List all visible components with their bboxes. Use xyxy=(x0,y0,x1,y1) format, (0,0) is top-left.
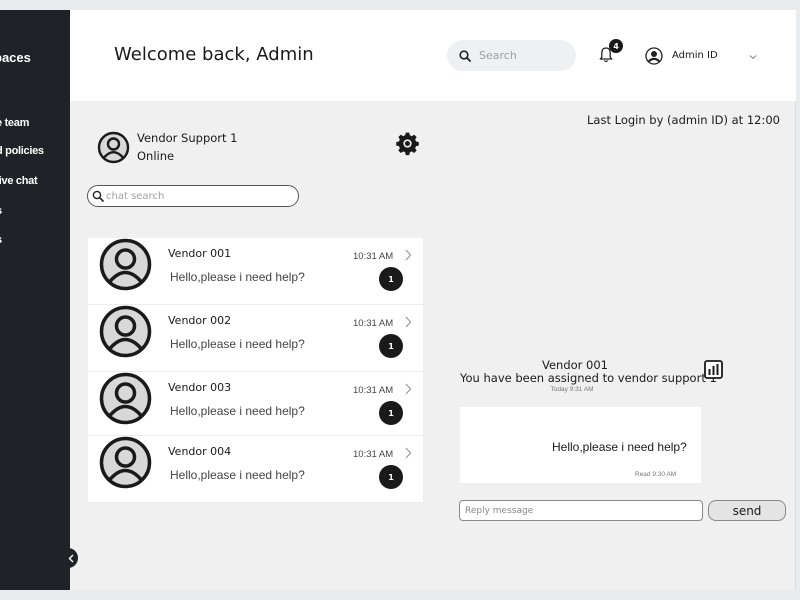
chevron-right-icon[interactable] xyxy=(404,316,412,328)
sidebar-item-4[interactable]: s xyxy=(0,205,2,217)
conversation-item[interactable]: Vendor 001 Hello,please i need help? 10:… xyxy=(88,238,423,305)
conversation-item[interactable]: Vendor 003 Hello,please i need help? 10:… xyxy=(88,372,423,436)
chevron-right-icon[interactable] xyxy=(404,249,412,261)
sidebar-item-team[interactable]: e team xyxy=(0,117,29,129)
chat-search[interactable] xyxy=(87,185,299,207)
chat-assignment-notice: You have been assigned to vendor support… xyxy=(460,371,717,385)
conversation-name: Vendor 003 xyxy=(168,381,232,394)
sidebar: paces e team d policies live chat s s xyxy=(0,10,70,590)
top-header: Welcome back, Admin 4 Admin ID xyxy=(70,10,796,101)
brand-logo: paces xyxy=(0,50,31,65)
conversation-preview: Hello,please i need help? xyxy=(170,337,305,351)
header-search[interactable] xyxy=(447,40,576,71)
sidebar-item-policies[interactable]: d policies xyxy=(0,145,44,157)
conversation-time: 10:31 AM xyxy=(353,449,394,460)
chevron-left-icon xyxy=(68,554,74,562)
chevron-right-icon[interactable] xyxy=(404,383,412,395)
reply-input[interactable] xyxy=(459,500,703,521)
message-text: Hello,please i need help? xyxy=(552,440,687,454)
send-button[interactable]: send xyxy=(708,500,786,521)
conversation-preview: Hello,please i need help? xyxy=(170,404,305,418)
vendor-avatar-icon xyxy=(99,238,152,291)
vendor-avatar-icon xyxy=(99,436,152,489)
welcome-title: Welcome back, Admin xyxy=(114,44,314,65)
vendor-avatar-icon xyxy=(99,372,152,425)
agent-avatar-icon xyxy=(97,131,130,164)
agent-status: Online xyxy=(137,149,175,163)
chat-search-input[interactable] xyxy=(106,190,286,202)
conversation-preview: Hello,please i need help? xyxy=(170,270,305,284)
chat-vendor-name: Vendor 001 xyxy=(541,358,608,372)
chevron-down-icon[interactable] xyxy=(748,52,758,62)
unread-badge: 1 xyxy=(379,401,403,425)
bar-chart-icon[interactable] xyxy=(704,360,723,379)
read-receipt: Read 9:30 AM xyxy=(635,471,677,478)
gear-icon[interactable] xyxy=(395,131,420,156)
user-icon[interactable] xyxy=(645,47,663,65)
conversation-name: Vendor 001 xyxy=(168,247,232,260)
conversation-time: 10:31 AM xyxy=(353,251,394,262)
search-icon xyxy=(459,49,471,62)
app-frame: paces e team d policies live chat s s We… xyxy=(0,10,796,590)
message-bubble: Hello,please i need help? Read 9:30 AM xyxy=(460,407,701,483)
chevron-right-icon[interactable] xyxy=(404,447,412,459)
sidebar-item-live-chat[interactable]: live chat xyxy=(0,175,38,187)
sidebar-item-5[interactable]: s xyxy=(0,234,2,246)
last-login-text: Last Login by (admin ID) at 12:00 xyxy=(587,113,780,127)
search-icon xyxy=(92,190,104,202)
conversation-time: 10:31 AM xyxy=(353,385,394,396)
conversation-list: Vendor 001 Hello,please i need help? 10:… xyxy=(88,238,423,503)
sidebar-collapse-button[interactable] xyxy=(64,548,78,568)
notification-badge: 4 xyxy=(609,39,623,53)
unread-badge: 1 xyxy=(379,465,403,489)
conversation-preview: Hello,please i need help? xyxy=(170,468,305,482)
conversation-item[interactable]: Vendor 004 Hello,please i need help? 10:… xyxy=(88,436,423,503)
agent-name: Vendor Support 1 xyxy=(137,131,238,145)
chat-date: Today 9:31 AM xyxy=(550,386,594,393)
conversation-item[interactable]: Vendor 002 Hello,please i need help? 10:… xyxy=(88,305,423,372)
conversation-time: 10:31 AM xyxy=(353,318,394,329)
vendor-avatar-icon xyxy=(99,305,152,358)
conversation-name: Vendor 002 xyxy=(168,314,232,327)
unread-badge: 1 xyxy=(379,334,403,358)
conversation-name: Vendor 004 xyxy=(168,445,232,458)
unread-badge: 1 xyxy=(379,267,403,291)
admin-name[interactable]: Admin ID xyxy=(672,50,718,61)
header-search-input[interactable] xyxy=(479,49,559,62)
